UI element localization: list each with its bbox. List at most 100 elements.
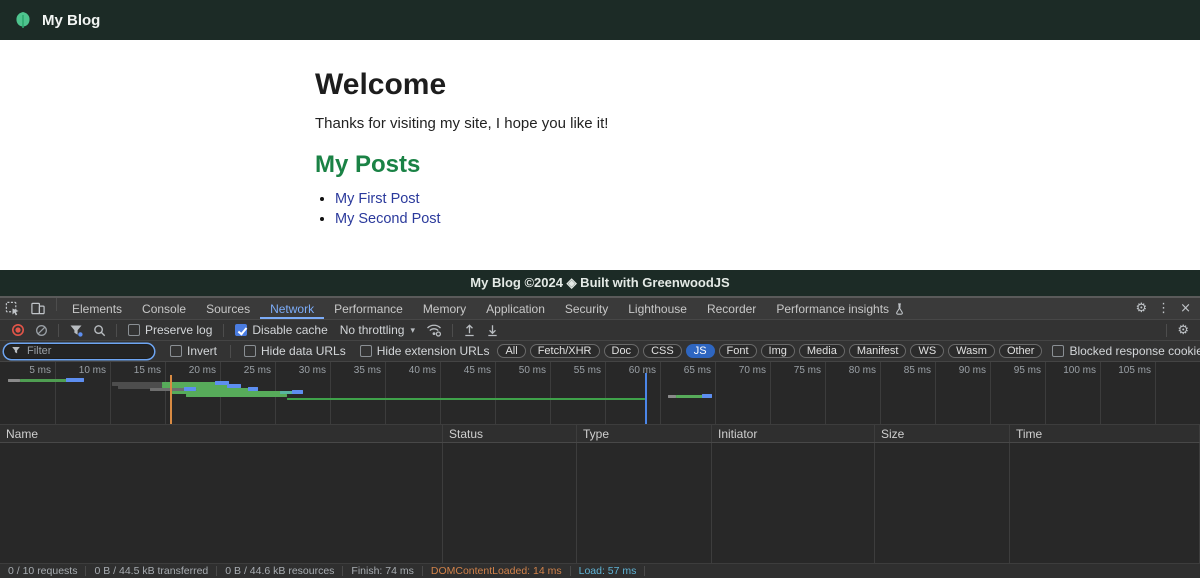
resource-type-pill[interactable]: JS — [686, 344, 715, 358]
timeline-tick-label: 55 ms — [541, 365, 601, 376]
hide-extension-urls-checkbox[interactable]: Hide extension URLs — [360, 344, 490, 358]
devtools-tab-label: Performance — [334, 302, 403, 316]
table-column-body — [577, 443, 712, 563]
resource-type-pill[interactable]: Font — [719, 344, 757, 358]
resource-type-pill[interactable]: Manifest — [849, 344, 907, 358]
divider — [116, 324, 117, 337]
page-title: Welcome — [315, 68, 885, 102]
toolbar-right-controls: ⚙ — [1161, 323, 1200, 338]
divider — [1166, 324, 1167, 337]
timeline-gridline — [1155, 362, 1156, 424]
devtools-tab[interactable]: Sources — [196, 298, 260, 319]
site-footer: My Blog ©2024 ◈ Built with GreenwoodJS — [0, 270, 1200, 296]
devtools-panel: Elements Console — [0, 298, 1200, 578]
devtools-tab[interactable]: Performance — [324, 298, 413, 319]
timeline-tick-label: 85 ms — [871, 365, 931, 376]
resource-type-pill[interactable]: Doc — [604, 344, 640, 358]
network-conditions-icon[interactable] — [421, 320, 447, 340]
resource-type-pill[interactable]: Img — [761, 344, 795, 358]
filter-funnel-icon[interactable] — [64, 320, 88, 340]
search-icon[interactable] — [88, 320, 111, 340]
more-options-kebab-icon[interactable]: ⋮ — [1152, 298, 1175, 319]
import-har-icon[interactable] — [458, 320, 481, 340]
throttling-select[interactable]: No throttling ▾ — [334, 323, 421, 337]
devtools-tab[interactable]: Memory — [413, 298, 476, 319]
waterfall-segment — [66, 378, 84, 382]
export-har-icon[interactable] — [481, 320, 504, 340]
devtools-tabs: Elements Console — [62, 298, 915, 319]
filter-checkbox[interactable]: Blocked response cookies — [1052, 344, 1200, 358]
devtools-tab[interactable]: Console — [132, 298, 196, 319]
devtools-tab[interactable]: Network — [260, 298, 324, 319]
resource-type-pill[interactable]: Media — [799, 344, 845, 358]
hide-data-urls-checkbox[interactable]: Hide data URLs — [244, 344, 346, 358]
waterfall-segment — [702, 394, 712, 398]
post-list-item: My Second Post — [335, 211, 885, 227]
resource-type-pill[interactable]: WS — [910, 344, 944, 358]
summary-item: Load: 57 ms — [571, 565, 645, 577]
devtools-tab[interactable]: Performance insights — [766, 298, 915, 319]
record-network-log-icon[interactable] — [6, 320, 30, 340]
post-list-item: My First Post — [335, 191, 885, 207]
timeline-tick-label: 90 ms — [926, 365, 986, 376]
checkbox-unchecked — [1052, 345, 1064, 357]
table-column-header[interactable]: Size — [875, 425, 1010, 442]
resource-type-pill[interactable]: Wasm — [948, 344, 995, 358]
filter-funnel-icon — [11, 346, 21, 355]
requests-table-body[interactable] — [0, 443, 1200, 564]
settings-gear-icon[interactable]: ⚙ — [1130, 298, 1152, 319]
devtools-tab[interactable]: Recorder — [697, 298, 766, 319]
resource-type-pill[interactable]: Other — [999, 344, 1043, 358]
device-toolbar-icon[interactable] — [25, 298, 51, 319]
timeline-tick-label: 95 ms — [981, 365, 1041, 376]
waterfall-segment — [292, 390, 303, 394]
waterfall-segment — [8, 379, 20, 382]
summary-item: 0 B / 44.5 kB transferred — [86, 565, 216, 577]
resource-type-pills: All Fetch/XHR Doc CSS JS Font Img Media … — [495, 344, 1044, 358]
network-settings-gear-icon[interactable]: ⚙ — [1172, 323, 1194, 338]
devtools-tabbar: Elements Console — [0, 298, 1200, 320]
devtools-tab[interactable]: Security — [555, 298, 618, 319]
devtools-tab[interactable]: Application — [476, 298, 555, 319]
timeline-tick-label: 75 ms — [761, 365, 821, 376]
table-column-header[interactable]: Time — [1010, 425, 1200, 442]
timeline-tick-label: 20 ms — [156, 365, 216, 376]
network-overview-timeline[interactable]: 5 ms 10 ms 15 ms 20 ms 25 ms 30 ms — [0, 362, 1200, 425]
disable-cache-checkbox[interactable]: Disable cache — [235, 323, 327, 337]
divider — [56, 298, 57, 311]
timeline-tick-label: 105 ms — [1091, 365, 1151, 376]
table-column-header[interactable]: Status — [443, 425, 577, 442]
resource-type-pill[interactable]: Fetch/XHR — [530, 344, 600, 358]
devtools-tab[interactable]: Elements — [62, 298, 132, 319]
resource-type-pill[interactable]: CSS — [643, 344, 682, 358]
table-column-body — [712, 443, 875, 563]
timeline-tick-label: 10 ms — [46, 365, 106, 376]
timeline-tick-label: 100 ms — [1036, 365, 1096, 376]
devtools-tab-label: Console — [142, 302, 186, 316]
filter-input[interactable] — [4, 344, 154, 359]
throttling-value: No throttling — [340, 323, 405, 337]
table-column-header[interactable]: Type — [577, 425, 712, 442]
intro-text: Thanks for visiting my site, I hope you … — [315, 115, 885, 132]
table-column-header[interactable]: Initiator — [712, 425, 875, 442]
devtools-tab-label: Security — [565, 302, 608, 316]
devtools-tab-label: Lighthouse — [628, 302, 687, 316]
invert-checkbox[interactable]: Invert — [170, 344, 217, 358]
preserve-log-checkbox[interactable]: Preserve log — [128, 323, 212, 337]
close-devtools-icon[interactable]: × — [1175, 298, 1196, 319]
devtools-tab-label: Application — [486, 302, 545, 316]
dcl-marker-line — [170, 375, 172, 424]
hide-data-urls-label: Hide data URLs — [261, 344, 346, 358]
table-column-header[interactable]: Name — [0, 425, 443, 442]
post-link[interactable]: My First Post — [335, 191, 420, 207]
divider — [452, 324, 453, 337]
site-brand: My Blog — [42, 12, 100, 29]
checkbox-unchecked — [170, 345, 182, 357]
network-filter-bar: Invert Hide data URLs Hide extension URL… — [0, 341, 1200, 362]
clear-network-log-icon[interactable] — [30, 320, 53, 340]
inspect-element-icon[interactable] — [0, 298, 25, 319]
post-link[interactable]: My Second Post — [335, 211, 441, 227]
devtools-tab[interactable]: Lighthouse — [618, 298, 697, 319]
resource-type-pill[interactable]: All — [497, 344, 525, 358]
timeline-tick-label: 70 ms — [706, 365, 766, 376]
